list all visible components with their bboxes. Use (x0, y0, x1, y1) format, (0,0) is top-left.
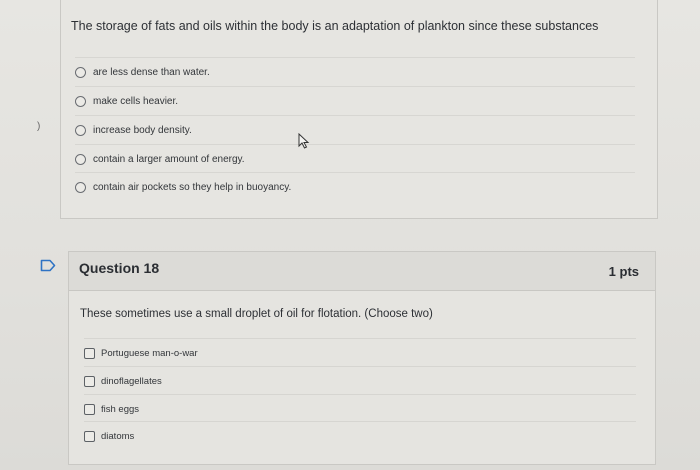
question-17-prompt: The storage of fats and oils within the … (71, 19, 599, 33)
choice-option-4[interactable]: diatoms (84, 421, 636, 450)
checkbox[interactable] (84, 430, 95, 442)
mouse-cursor-icon (298, 133, 310, 149)
flag-question-icon[interactable] (40, 259, 56, 272)
checkbox[interactable] (84, 347, 95, 359)
answer-option-label: make cells heavier. (93, 95, 179, 107)
answer-option-3[interactable]: increase body density. (75, 115, 635, 144)
answer-option-2[interactable]: make cells heavier. (75, 86, 635, 115)
choice-option-label: Portuguese man-o-war (101, 347, 198, 359)
question-title: Question 18 (79, 260, 160, 276)
answer-option-label: are less dense than water. (93, 66, 210, 78)
question-18-prompt: These sometimes use a small droplet of o… (80, 308, 433, 320)
answer-option-label: increase body density. (93, 124, 192, 136)
answer-option-label: contain air pockets so they help in buoy… (93, 181, 292, 193)
answer-option-4[interactable]: contain a larger amount of energy. (75, 144, 635, 173)
question-18-card: Question 18 1 pts These sometimes use a … (68, 251, 656, 465)
radio-button[interactable] (75, 95, 86, 107)
radio-button[interactable] (75, 66, 86, 78)
choice-option-2[interactable]: dinoflagellates (84, 366, 636, 395)
answer-option-5[interactable]: contain air pockets so they help in buoy… (75, 172, 635, 201)
question-header: Question 18 1 pts (69, 252, 655, 291)
checkbox[interactable] (84, 403, 95, 415)
question-17-card: The storage of fats and oils within the … (60, 0, 658, 219)
radio-button[interactable] (75, 124, 86, 136)
choice-option-label: dinoflagellates (101, 375, 162, 387)
choice-option-3[interactable]: fish eggs (84, 394, 636, 423)
question-points: 1 pts (608, 264, 639, 279)
choice-option-label: diatoms (101, 430, 135, 442)
choice-option-label: fish eggs (101, 403, 140, 415)
choice-option-1[interactable]: Portuguese man-o-war (84, 338, 636, 367)
radio-button[interactable] (75, 153, 86, 165)
answer-option-label: contain a larger amount of energy. (93, 153, 245, 165)
answer-option-1[interactable]: are less dense than water. (75, 57, 635, 86)
radio-button[interactable] (75, 181, 86, 193)
checkbox[interactable] (84, 375, 95, 387)
stray-mark: ) (37, 121, 41, 132)
